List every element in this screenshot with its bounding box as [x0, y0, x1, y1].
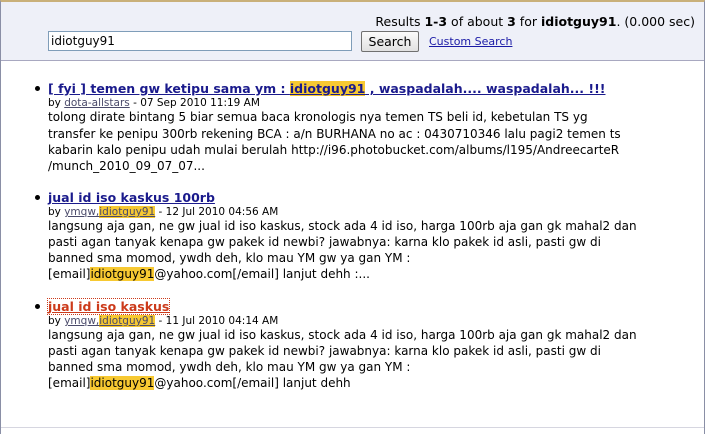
- search-input[interactable]: [48, 31, 352, 51]
- snippet-line: banned sma momod, ywdh deh, klo mau YM g…: [48, 360, 411, 374]
- snippet-line: kabarin kalo penipu udah mulai berulah h…: [48, 143, 620, 157]
- post-date: - 12 Jul 2010 04:56 AM: [155, 206, 279, 218]
- post-date: - 11 Jul 2010 04:14 AM: [155, 315, 279, 327]
- result-title-link[interactable]: jual id iso kaskus: [46, 298, 171, 315]
- result-byline: by ymqw,idiotguy91 - 11 Jul 2010 04:14 A…: [48, 315, 279, 327]
- result-title-link[interactable]: [ fyi ] temen gw ketipu sama ym : idiotg…: [48, 81, 606, 96]
- custom-search-link[interactable]: Custom Search: [429, 35, 512, 48]
- results-range: 1-3: [424, 14, 448, 29]
- snippet-line: banned sma momod, ywdh deh, klo mau YM g…: [48, 251, 411, 265]
- query-highlight: idiotguy91: [90, 267, 155, 281]
- snippet-line: langsung aja gan, ne gw jual id iso kask…: [48, 219, 637, 233]
- result-byline: by ymqw,idiotguy91 - 12 Jul 2010 04:56 A…: [48, 206, 279, 218]
- query-highlight: idiotguy91: [289, 81, 366, 96]
- snippet-line: tolong dirate bintang 5 biar semua baca …: [48, 110, 588, 124]
- footer-divider: [1, 427, 704, 428]
- header-divider: [1, 60, 704, 61]
- query-highlight: idiotguy91: [99, 206, 156, 218]
- summary-mid: of about: [447, 14, 508, 29]
- bullet-icon: [35, 86, 40, 91]
- summary-prefix: Results: [375, 14, 425, 29]
- snippet-line: pasti agan tanyak kenapa gw pakek id new…: [48, 344, 601, 358]
- author-link[interactable]: dota-allstars: [64, 97, 130, 109]
- result-title-link[interactable]: jual id iso kaskus 100rb: [48, 190, 215, 205]
- search-button[interactable]: Search: [361, 31, 419, 52]
- snippet-line: transfer ke penipu 300rb rekening BCA : …: [48, 127, 621, 141]
- author-link[interactable]: ymqw,idiotguy91: [64, 315, 156, 327]
- post-date: - 07 Sep 2010 11:19 AM: [129, 97, 260, 109]
- summary-for: for: [515, 14, 541, 29]
- author-link[interactable]: ymqw,idiotguy91: [64, 206, 156, 218]
- snippet-line: [email]idiotguy91@yahoo.com[/email] lanj…: [48, 376, 351, 390]
- snippet-line: /munch_2010_09_07_07...: [48, 159, 205, 173]
- results-summary: Results 1-3 of about 3 for idiotguy91. (…: [375, 14, 695, 29]
- summary-time: . (0.000 sec): [616, 14, 695, 29]
- snippet-line: langsung aja gan, ne gw jual id iso kask…: [48, 328, 637, 342]
- bullet-icon: [35, 304, 40, 309]
- query-highlight: idiotguy91: [90, 376, 155, 390]
- results-query: idiotguy91: [540, 14, 617, 29]
- result-byline: by dota-allstars - 07 Sep 2010 11:19 AM: [48, 97, 260, 109]
- bullet-icon: [35, 195, 40, 200]
- snippet-line: pasti agan tanyak kenapa gw pakek id new…: [48, 235, 601, 249]
- results-total: 3: [507, 14, 516, 29]
- snippet-line: [email]idiotguy91@yahoo.com[/email] lanj…: [48, 267, 370, 281]
- query-highlight: idiotguy91: [99, 315, 156, 327]
